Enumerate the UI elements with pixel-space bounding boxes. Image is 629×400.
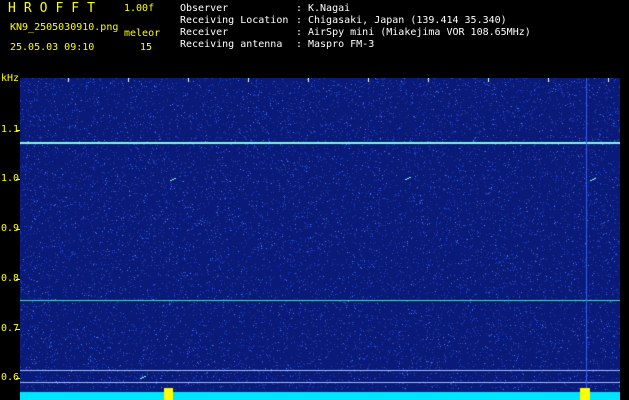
- mode-label: meleor: [124, 28, 161, 39]
- info-receiver-value: AirSpy mini (Miakejima VOR 108.65MHz): [308, 27, 531, 38]
- info-location-sep: :: [296, 15, 303, 26]
- info-receiver-sep: :: [296, 27, 303, 38]
- info-observer-sep: :: [296, 3, 303, 14]
- mode-value: 15: [140, 42, 153, 53]
- y-axis-unit: kHz: [1, 73, 20, 84]
- spectrogram-plot[interactable]: [20, 78, 620, 400]
- info-observer-value: K.Nagai: [308, 3, 351, 14]
- file-name: KN9_2505030910.png: [10, 22, 119, 33]
- info-antenna-value: Maspro FM-3: [308, 39, 375, 50]
- app-title: HROFFT: [8, 1, 103, 16]
- info-location-value: Chigasaki, Japan (139.414 35.340): [308, 15, 507, 26]
- record-datetime: 25.05.03 09:10: [10, 42, 95, 53]
- app-version: 1.00f: [124, 3, 155, 14]
- info-location-label: Receiving Location: [180, 15, 289, 26]
- spectrogram-canvas: [20, 78, 620, 400]
- info-receiver-label: Receiver: [180, 27, 229, 38]
- info-antenna-sep: :: [296, 39, 303, 50]
- info-observer-label: Observer: [180, 3, 229, 14]
- info-antenna-label: Receiving antenna: [180, 39, 283, 50]
